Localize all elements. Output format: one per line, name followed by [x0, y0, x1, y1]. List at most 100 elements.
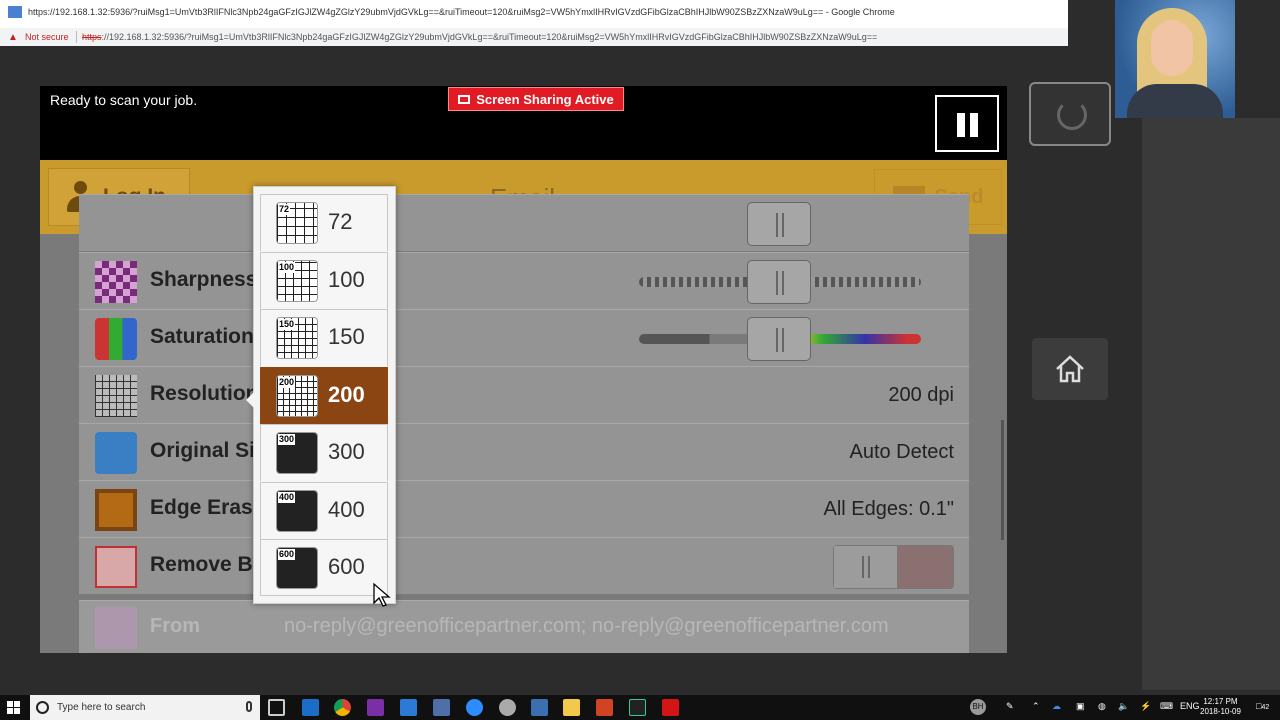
home-button[interactable]	[1032, 338, 1108, 400]
chevron-up-icon[interactable]: ⌃	[1032, 701, 1040, 712]
list-item-edge-erase[interactable]: Edge Erase All Edges: 0.1"	[79, 480, 969, 537]
power-icon[interactable]: ⚡	[1140, 701, 1151, 712]
microphone-icon[interactable]	[246, 701, 252, 712]
outlook-icon[interactable]	[302, 699, 319, 716]
search-placeholder: Type here to search	[57, 702, 146, 713]
resolution-thumb-label: 200	[278, 376, 296, 388]
list-item-resolution[interactable]: Resolution 200 dpi	[79, 366, 969, 423]
app-icon-device[interactable]	[433, 699, 450, 716]
device-status-text: Ready to scan your job.	[50, 92, 198, 108]
original-size-icon	[95, 432, 137, 474]
from-label: From	[150, 615, 200, 637]
address-separator	[76, 31, 77, 43]
spinner-icon	[1057, 100, 1087, 130]
resolution-thumb-label: 150	[278, 319, 296, 330]
resolution-grid-icon: 200	[276, 374, 318, 417]
list-item-original-size[interactable]: Original Size Auto Detect	[79, 423, 969, 480]
onedrive-icon[interactable]: ☁	[1052, 701, 1061, 712]
resolution-dropdown: 72 72 100 100 150 150 200 200 300 300 400 400 600 600	[246, 186, 396, 604]
screen-sharing-badge: Screen Sharing Active	[448, 87, 624, 111]
app-icon-window[interactable]	[531, 699, 548, 716]
volume-icon[interactable]: 🔈	[1118, 701, 1129, 712]
sharpness-slider-handle[interactable]	[747, 260, 811, 304]
screen-share-icon	[458, 94, 471, 104]
app-tray-icon[interactable]: ▣	[1076, 701, 1085, 712]
loading-button[interactable]	[1029, 82, 1111, 146]
chrome-icon[interactable]	[334, 699, 351, 716]
row-value: All Edges: 0.1"	[823, 498, 954, 520]
resolution-option-label: 200	[328, 381, 365, 407]
resolution-option-label: 72	[328, 209, 353, 234]
language-indicator[interactable]: ENG	[1180, 701, 1200, 711]
app-icon-blue[interactable]	[400, 699, 417, 716]
powerpoint-icon[interactable]	[596, 699, 613, 716]
resolution-option-72[interactable]: 72 72	[260, 194, 388, 251]
toggle-knob	[834, 546, 898, 588]
resolution-grid-icon: 72	[276, 202, 318, 244]
page-favicon-icon	[8, 6, 22, 18]
taskbar-search[interactable]: Type here to search	[30, 695, 260, 720]
keyboard-icon[interactable]: ⌨	[1160, 701, 1173, 712]
resolution-option-150[interactable]: 150 150	[260, 309, 388, 366]
resolution-option-300[interactable]: 300 300	[260, 424, 388, 481]
saturation-icon	[95, 318, 137, 360]
row-label: Edge Erase	[150, 496, 265, 519]
resolution-thumb-label: 600	[278, 549, 296, 560]
acrobat-icon[interactable]	[662, 699, 679, 716]
resolution-option-label: 100	[328, 266, 365, 292]
resolution-grid-icon: 600	[276, 547, 318, 589]
resolution-thumb-label: 400	[278, 491, 296, 503]
row-value: Auto Detect	[849, 441, 954, 463]
notifications-icon[interactable]: □42	[1256, 701, 1269, 711]
wifi-icon[interactable]: ◍	[1098, 701, 1106, 712]
windows-start-icon[interactable]	[7, 701, 21, 715]
webcam-overlay	[1115, 0, 1235, 118]
app-icon-s[interactable]	[629, 699, 646, 716]
file-explorer-icon[interactable]	[563, 699, 580, 716]
list-item-remove-blank[interactable]: Remove Blank Pages	[79, 537, 969, 594]
user-badge[interactable]: BH	[970, 699, 986, 715]
resolution-option-label: 150	[328, 324, 365, 349]
pen-icon[interactable]: ✎	[1006, 701, 1014, 712]
resolution-option-400[interactable]: 400 400	[260, 481, 388, 539]
task-view-icon[interactable]	[268, 699, 285, 716]
zoom-icon[interactable]	[466, 699, 483, 716]
url-rest: ://192.168.1.32:5936/?ruiMsg1=UmVtb3RlIF…	[101, 32, 878, 42]
paint-icon[interactable]	[499, 699, 516, 716]
url-text[interactable]: https://192.168.1.32:5936/?ruiMsg1=UmVtb…	[82, 32, 877, 42]
home-icon	[1056, 355, 1084, 383]
resolution-thumb-label: 100	[278, 261, 296, 273]
resolution-option-200[interactable]: 200 200	[260, 366, 388, 424]
taskbar: Type here to search BH ✎ ⌃ ☁ ▣ ◍ 🔈 ⚡ ⌨ E…	[0, 695, 1280, 720]
settings-list: Sharpness Saturation Resolution 200 dpi	[79, 194, 969, 653]
list-item-sharpness[interactable]: Sharpness	[79, 252, 969, 309]
webcam-body	[1127, 84, 1223, 118]
saturation-slider-handle[interactable]	[747, 317, 811, 361]
from-value: no-reply@greenofficepartner.com; no-repl…	[284, 615, 889, 637]
row-value: 200 dpi	[888, 384, 954, 406]
resolution-option-label: 400	[328, 496, 365, 522]
resolution-option-100[interactable]: 100 100	[260, 251, 388, 309]
pause-icon-bar	[970, 113, 978, 137]
scrollbar[interactable]	[1001, 420, 1004, 540]
webcam-face	[1151, 20, 1193, 76]
remove-blank-toggle[interactable]	[833, 545, 954, 589]
pause-button[interactable]	[935, 95, 999, 152]
onenote-icon[interactable]	[367, 699, 384, 716]
list-item-saturation[interactable]: Saturation	[79, 309, 969, 366]
warning-icon: ▲	[8, 32, 18, 43]
popup-caret	[246, 392, 254, 408]
list-item-from[interactable]: From no-reply@greenofficepartner.com; no…	[79, 600, 969, 653]
url-scheme: https	[82, 32, 102, 42]
remove-blank-icon	[95, 546, 137, 588]
clock-date: 2018-10-09	[1200, 707, 1241, 716]
slider-handle[interactable]	[747, 202, 811, 246]
side-panel	[1142, 118, 1280, 690]
clock[interactable]: 12:17 PM 2018-10-09	[1200, 697, 1241, 717]
device-screen: Ready to scan your job. Screen Sharing A…	[40, 86, 1007, 653]
security-status[interactable]: Not secure	[25, 32, 69, 42]
resolution-grid-icon: 100	[276, 259, 318, 302]
resolution-option-600[interactable]: 600 600	[260, 539, 388, 596]
resolution-thumb-label: 300	[278, 434, 296, 445]
resolution-thumb-label: 72	[278, 204, 291, 215]
